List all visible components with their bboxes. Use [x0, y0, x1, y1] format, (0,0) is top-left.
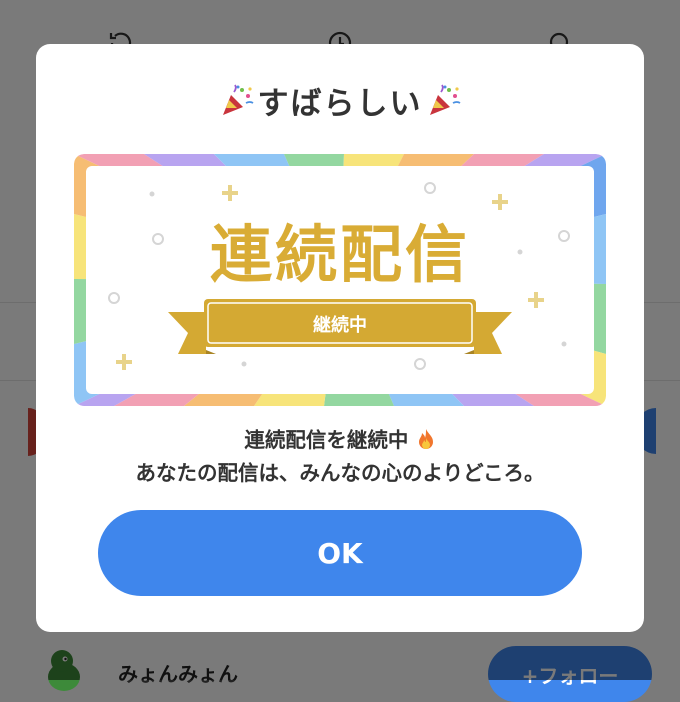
party-popper-icon — [429, 84, 460, 115]
badge-ribbon-label: 継続中 — [313, 314, 367, 336]
badge-heading: 連続配信 — [210, 218, 470, 291]
dialog-message: 連続配信を継続中 あなたの配信は、みんなの心のよりどころ。 — [36, 424, 644, 490]
rainbow-frame: 連続配信 継続中 — [74, 154, 606, 406]
streak-dialog: すばらしい 連続配信 継続中 連続配信を継続中 あなたの配信は、みんなの心のより… — [36, 44, 644, 632]
flame-icon — [418, 429, 433, 449]
party-popper-icon — [222, 84, 253, 115]
ok-button[interactable]: OK — [98, 510, 582, 596]
dialog-title: すばらしい — [36, 78, 644, 123]
streak-badge: 連続配信 継続中 — [74, 154, 606, 406]
message-line-1: 連続配信を継続中 — [36, 424, 644, 457]
message-line-2: あなたの配信は、みんなの心のよりどころ。 — [135, 461, 545, 485]
dialog-title-text: すばらしい — [257, 86, 423, 122]
message-line-1-text: 連続配信を継続中 — [244, 428, 409, 452]
